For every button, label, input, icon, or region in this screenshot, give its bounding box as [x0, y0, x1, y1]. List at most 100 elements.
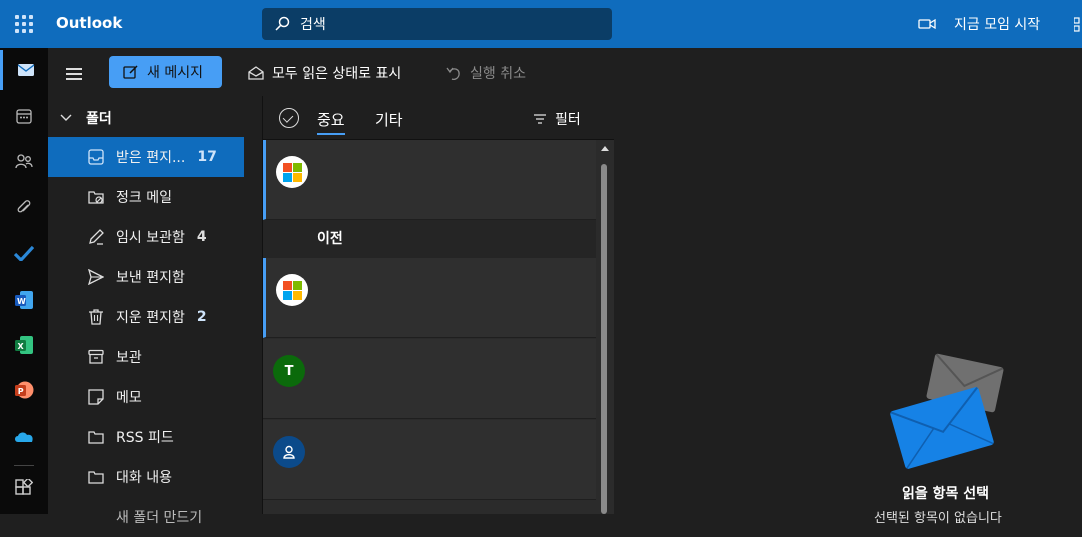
rail-powerpoint[interactable]: P — [0, 370, 48, 410]
create-new-folder[interactable]: 새 폴더 만드기 — [48, 497, 244, 537]
folder-label: 대화 내용 — [116, 470, 172, 486]
filter-button[interactable]: 필터 — [533, 109, 581, 129]
initial-avatar: T — [273, 355, 305, 387]
undo-button[interactable]: 실행 취소 — [446, 63, 526, 83]
junk-folder-icon — [88, 191, 104, 204]
folder-sent[interactable]: 보낸 편지함 — [48, 257, 244, 297]
empty-state-title: 읽을 항목 선택 — [902, 486, 990, 502]
meet-now-button[interactable]: 지금 모임 시작 — [918, 14, 1040, 34]
folder-deleted[interactable]: 지운 편지함 2 — [48, 297, 244, 337]
rail-todo[interactable] — [0, 233, 48, 273]
message-list-scrollbar[interactable] — [598, 140, 612, 514]
folder-inbox[interactable]: 받은 편지... 17 — [48, 137, 244, 177]
svg-text:W: W — [17, 297, 26, 306]
message-item[interactable] — [263, 258, 596, 338]
todo-icon — [14, 245, 34, 261]
app-launcher-button[interactable] — [0, 0, 48, 48]
hamburger-menu-icon[interactable] — [66, 68, 82, 80]
folder-notes[interactable]: 메모 — [48, 377, 244, 417]
search-box[interactable]: 검색 — [262, 8, 612, 40]
trash-icon — [89, 309, 103, 325]
section-header-older: 이전 — [263, 220, 596, 258]
drafts-icon — [89, 229, 104, 245]
folder-label: 메모 — [116, 390, 142, 406]
folder-icon — [88, 431, 104, 444]
rail-mail[interactable] — [0, 50, 48, 90]
filter-label: 필터 — [555, 112, 581, 128]
message-item[interactable] — [263, 140, 596, 220]
rail-divider — [14, 465, 34, 466]
powerpoint-icon: P — [15, 381, 34, 399]
settings-icon[interactable] — [1074, 12, 1082, 36]
unread-count: 17 — [197, 149, 217, 165]
scroll-up-arrow-icon[interactable] — [601, 146, 609, 151]
tab-other[interactable]: 기타 — [375, 109, 403, 130]
rail-onedrive[interactable] — [0, 416, 48, 456]
person-avatar — [273, 436, 305, 468]
people-icon — [15, 154, 33, 169]
archive-icon — [88, 349, 104, 364]
tab-focused[interactable]: 중요 — [317, 109, 345, 135]
folders-header-label: 폴더 — [86, 111, 112, 127]
empty-state-subtitle: 선택된 항목이 없습니다 — [874, 511, 1002, 526]
note-icon — [88, 389, 104, 405]
excel-icon: X — [15, 336, 33, 354]
envelope-open-icon — [248, 66, 264, 80]
folder-label: 지운 편지함 — [116, 310, 185, 326]
folder-junk[interactable]: 정크 메일 — [48, 177, 244, 217]
rail-word[interactable]: W — [0, 280, 48, 320]
undo-icon — [446, 67, 460, 81]
microsoft-logo-avatar — [276, 156, 308, 188]
mark-all-read-label: 모두 읽은 상태로 표시 — [272, 66, 402, 82]
message-list-pane: 중요 기타 필터 이전 T — [262, 96, 615, 514]
onedrive-icon — [15, 432, 33, 442]
rail-excel[interactable]: X — [0, 325, 48, 365]
reading-pane: 읽을 항목 선택 선택된 항목이 없습니다 — [614, 96, 1082, 526]
video-camera-icon — [918, 18, 936, 30]
word-icon: W — [15, 291, 33, 309]
folder-label: 보관 — [116, 350, 142, 366]
message-item[interactable] — [263, 420, 596, 500]
person-icon — [283, 445, 295, 459]
envelope-blue-illustration — [889, 386, 995, 470]
microsoft-logo-avatar — [276, 274, 308, 306]
folder-conversation-history[interactable]: 대화 내용 — [48, 457, 244, 497]
search-input[interactable]: 검색 — [300, 14, 326, 34]
svg-text:X: X — [18, 342, 25, 351]
folder-label: 받은 편지... — [116, 150, 186, 166]
message-list-header: 중요 기타 필터 — [263, 96, 615, 140]
chevron-down-icon — [60, 114, 72, 121]
folder-label: 정크 메일 — [116, 190, 172, 206]
rail-more-apps[interactable] — [0, 468, 48, 508]
rail-calendar[interactable] — [0, 96, 48, 136]
undo-label: 실행 취소 — [470, 66, 526, 82]
search-icon — [275, 16, 290, 31]
compose-icon — [123, 65, 138, 79]
folder-rss[interactable]: RSS 피드 — [48, 417, 244, 457]
message-item[interactable]: T — [263, 339, 596, 419]
folder-drafts[interactable]: 임시 보관함 4 — [48, 217, 244, 257]
more-apps-icon — [15, 479, 33, 495]
item-count: 4 — [196, 229, 207, 245]
mail-icon — [17, 64, 34, 76]
folder-label: RSS 피드 — [116, 430, 174, 446]
waffle-icon — [15, 15, 33, 33]
scroll-thumb[interactable] — [601, 164, 607, 514]
send-icon — [88, 269, 104, 285]
folders-header[interactable]: 폴더 — [60, 108, 112, 128]
folder-archive[interactable]: 보관 — [48, 337, 244, 377]
calendar-icon — [16, 109, 32, 124]
new-message-label: 새 메시지 — [147, 65, 203, 81]
unread-count: 2 — [196, 309, 207, 325]
folder-label: 새 폴더 만드기 — [116, 510, 203, 526]
new-message-button[interactable]: 새 메시지 — [109, 56, 222, 88]
folder-label: 보낸 편지함 — [116, 270, 185, 286]
mark-all-read-button[interactable]: 모두 읽은 상태로 표시 — [248, 63, 401, 83]
rail-files[interactable] — [0, 188, 48, 228]
select-all-checkbox[interactable] — [279, 108, 299, 128]
rail-people[interactable] — [0, 141, 48, 181]
app-title[interactable]: Outlook — [56, 14, 122, 32]
svg-text:P: P — [18, 387, 24, 396]
folder-label: 임시 보관함 — [116, 230, 185, 246]
inbox-icon — [88, 149, 104, 165]
